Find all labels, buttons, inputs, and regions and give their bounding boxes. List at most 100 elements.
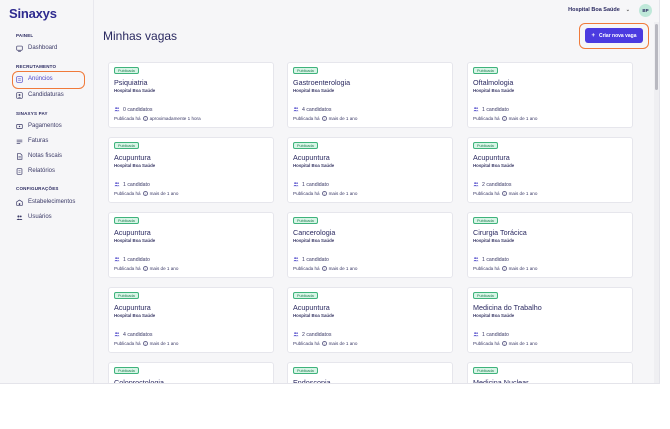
job-card[interactable]: Publicada Endoscopia bbox=[287, 362, 453, 384]
candidates-label: 2 candidatos bbox=[302, 332, 332, 338]
job-title: Cancerologia bbox=[293, 228, 336, 237]
job-card[interactable]: Publicada Acupuntura Hospital Boa Saúde 2 c… bbox=[287, 287, 453, 353]
status-badge: Publicada bbox=[473, 292, 498, 299]
job-card[interactable]: Publicada Coloproctologia bbox=[108, 362, 274, 384]
candidates-label: 1 candidato bbox=[482, 107, 509, 113]
info-icon: i bbox=[501, 191, 507, 196]
published-time: mais de 1 ano bbox=[328, 191, 358, 196]
scrollbar-thumb[interactable] bbox=[655, 24, 658, 90]
sidebar-item-candidaturas[interactable]: Candidaturas bbox=[16, 89, 84, 101]
avatar[interactable]: BP bbox=[639, 4, 652, 17]
sidebar-item-label: Notas fiscais bbox=[28, 153, 63, 159]
published-time: mais de 1 ano bbox=[508, 191, 538, 196]
users-icon bbox=[293, 106, 302, 114]
published-info: Publicada há i aproximadamente 1 hora bbox=[114, 116, 201, 121]
job-hospital: Hospital Boa Saúde bbox=[114, 313, 156, 318]
users-icon bbox=[16, 214, 23, 221]
sidebar-section-painel: PAINEL bbox=[16, 33, 34, 38]
candidates-count: 1 candidato bbox=[473, 331, 509, 339]
candidates-count: 4 candidatos bbox=[293, 106, 331, 114]
published-prefix: Publicada há bbox=[114, 191, 141, 196]
candidates-count: 1 candidato bbox=[293, 181, 329, 189]
status-badge: Publicada bbox=[114, 292, 139, 299]
published-info: Publicada há i mais de 1 ano bbox=[114, 266, 178, 271]
job-title: Oftalmologia bbox=[473, 78, 514, 87]
status-badge: Publicada bbox=[473, 67, 498, 74]
published-info: Publicada há i mais de 1 ano bbox=[293, 116, 357, 121]
job-title: Acupuntura bbox=[473, 153, 510, 162]
job-card[interactable]: Publicada Cancerologia Hospital Boa Saúde 1… bbox=[287, 212, 453, 278]
sidebar-item-estabelecimentos[interactable]: Estabelecimentos bbox=[16, 196, 84, 208]
job-card[interactable]: Publicada Acupuntura Hospital Boa Saúde 2 c… bbox=[467, 137, 633, 203]
info-icon: i bbox=[321, 116, 327, 121]
job-card[interactable]: Publicada Acupuntura Hospital Boa Saúde 1 c… bbox=[108, 212, 274, 278]
users-icon bbox=[473, 331, 482, 339]
published-time: mais de 1 ano bbox=[328, 341, 358, 346]
dashboard-icon bbox=[16, 45, 23, 52]
status-badge: Publicada bbox=[473, 367, 498, 374]
published-info: Publicada há i mais de 1 ano bbox=[293, 191, 357, 196]
job-card[interactable]: Publicada Acupuntura Hospital Boa Saúde 1 c… bbox=[287, 137, 453, 203]
job-card[interactable]: Publicada Acupuntura Hospital Boa Saúde 1 c… bbox=[108, 137, 274, 203]
published-prefix: Publicada há bbox=[473, 341, 500, 346]
building-icon bbox=[16, 199, 23, 206]
published-time: mais de 1 ano bbox=[149, 191, 179, 196]
info-icon: i bbox=[321, 266, 327, 271]
sidebar-section-sinaxys-pay: SINAXYS PAY bbox=[16, 111, 48, 116]
sidebar-item-pagamentos[interactable]: Pagamentos bbox=[16, 120, 84, 132]
sidebar-item-dashboard[interactable]: Dashboard bbox=[16, 42, 84, 54]
wallet-icon bbox=[16, 123, 23, 130]
published-prefix: Publicada há bbox=[114, 341, 141, 346]
status-badge: Publicada bbox=[114, 67, 139, 74]
published-prefix: Publicada há bbox=[293, 191, 320, 196]
candidates-count: 1 candidato bbox=[114, 181, 150, 189]
sidebar-item-usuarios[interactable]: Usuários bbox=[16, 211, 84, 223]
job-title: Psiquiatria bbox=[114, 78, 148, 87]
job-card[interactable]: Publicada Cirurgia Torácica Hospital Boa S… bbox=[467, 212, 633, 278]
candidates-count: 2 candidatos bbox=[473, 181, 511, 189]
sidebar-item-faturas[interactable]: Faturas bbox=[16, 135, 84, 147]
job-title: Cirurgia Torácica bbox=[473, 228, 527, 237]
org-selector[interactable]: Hospital Boa Saúde ⌄ bbox=[568, 7, 630, 13]
job-title: Acupuntura bbox=[114, 153, 151, 162]
status-badge: Publicada bbox=[293, 67, 318, 74]
job-title: Acupuntura bbox=[114, 303, 151, 312]
job-title: Acupuntura bbox=[293, 303, 330, 312]
sidebar-item-notas-fiscais[interactable]: Notas fiscais bbox=[16, 150, 84, 162]
published-prefix: Publicada há bbox=[293, 116, 320, 121]
job-card[interactable]: Publicada Acupuntura Hospital Boa Saúde 4 c… bbox=[108, 287, 274, 353]
job-title: Coloproctologia bbox=[114, 378, 164, 384]
users-icon bbox=[114, 106, 123, 114]
users-icon bbox=[473, 181, 482, 189]
job-card[interactable]: Publicada Medicina do Trabalho Hospital Bo… bbox=[467, 287, 633, 353]
job-hospital: Hospital Boa Saúde bbox=[293, 163, 335, 168]
job-card[interactable]: Publicada Medicina Nuclear bbox=[467, 362, 633, 383]
job-hospital: Hospital Boa Saúde bbox=[473, 313, 515, 318]
published-time: mais de 1 ano bbox=[508, 266, 538, 271]
info-icon: i bbox=[142, 341, 148, 346]
top-bar: Hospital Boa Saúde ⌄ BP bbox=[94, 0, 659, 22]
candidates-label: 1 candidato bbox=[482, 257, 509, 263]
candidates-count: 1 candidato bbox=[293, 256, 329, 264]
sidebar-item-label: Candidaturas bbox=[28, 92, 64, 98]
job-hospital: Hospital Boa Saúde bbox=[114, 163, 156, 168]
info-icon: i bbox=[321, 191, 327, 196]
sidebar-item-label: Faturas bbox=[28, 138, 49, 144]
published-time: mais de 1 ano bbox=[328, 266, 358, 271]
users-icon bbox=[293, 331, 302, 339]
job-card[interactable]: Publicada Gastroenterologia Hospital Boa S… bbox=[287, 62, 453, 128]
published-prefix: Publicada há bbox=[293, 341, 320, 346]
published-prefix: Publicada há bbox=[473, 191, 500, 196]
app-logo[interactable]: Sinaxys bbox=[9, 6, 57, 21]
job-hospital: Hospital Boa Saúde bbox=[114, 238, 156, 243]
org-name: Hospital Boa Saúde bbox=[568, 7, 620, 13]
candidates-count: 4 candidatos bbox=[114, 331, 152, 339]
job-card[interactable]: Publicada Psiquiatria Hospital Boa Saúde 0 … bbox=[108, 62, 274, 128]
job-title: Endoscopia bbox=[293, 378, 331, 384]
job-hospital: Hospital Boa Saúde bbox=[114, 88, 156, 93]
sidebar-section-recrutamento: RECRUTAMENTO bbox=[16, 64, 57, 69]
sidebar-item-label: Relatórios bbox=[28, 168, 56, 174]
published-prefix: Publicada há bbox=[473, 266, 500, 271]
job-card[interactable]: Publicada Oftalmologia Hospital Boa Saúde 1… bbox=[467, 62, 633, 128]
sidebar-item-relatorios[interactable]: Relatórios bbox=[16, 165, 84, 177]
